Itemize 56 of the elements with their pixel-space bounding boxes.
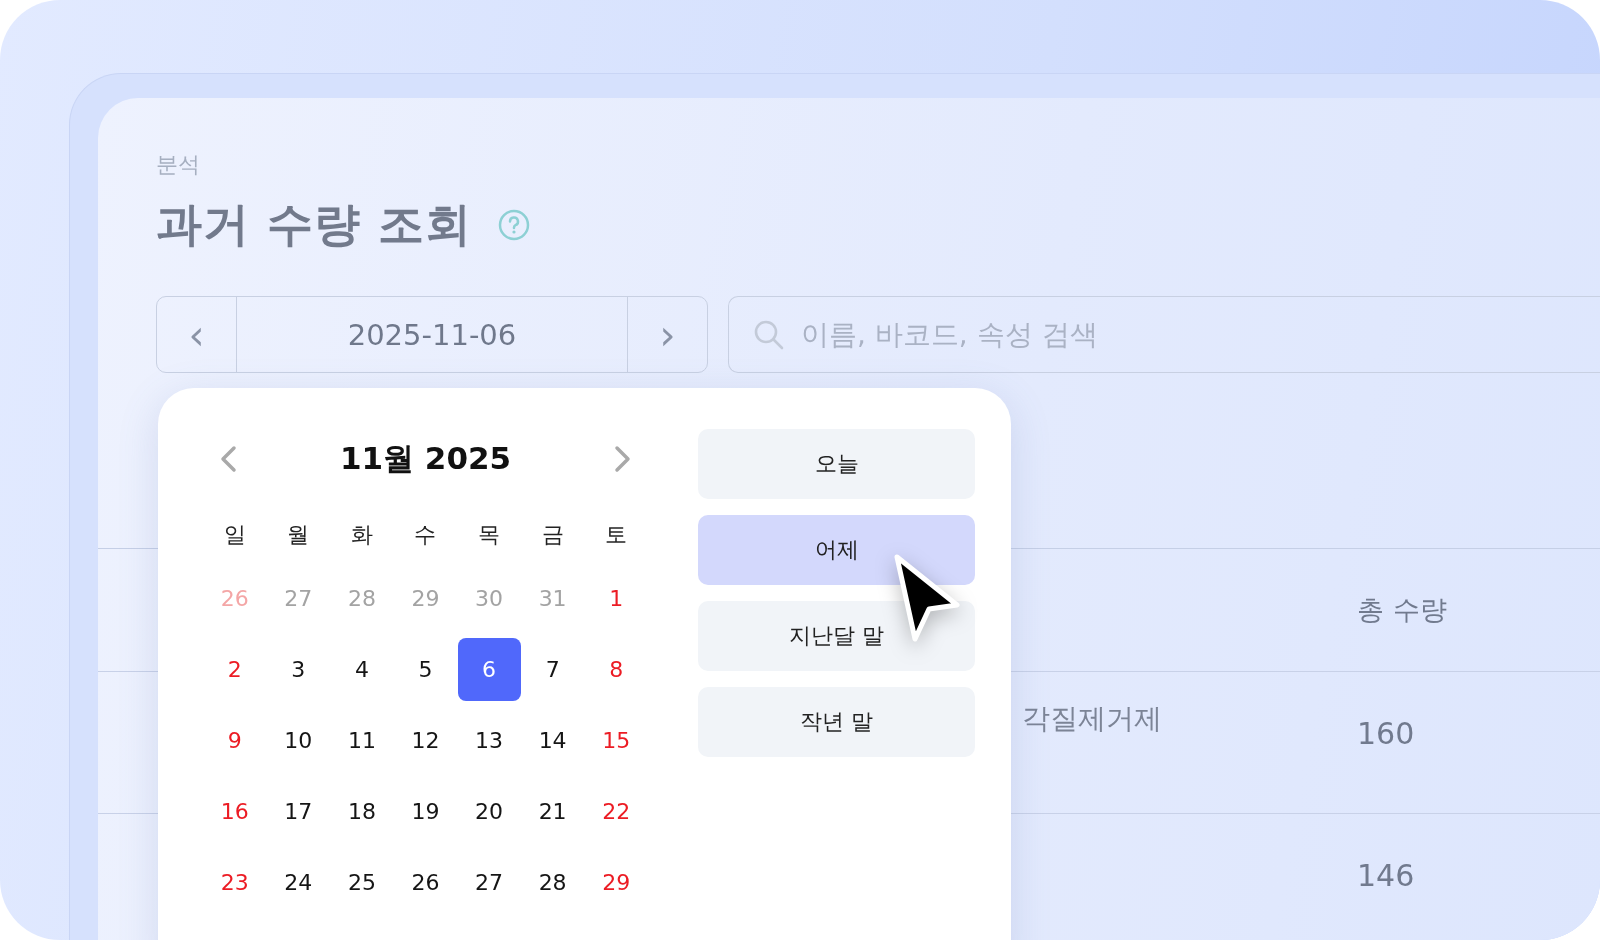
chevron-left-icon bbox=[219, 445, 237, 473]
chevron-right-icon bbox=[614, 445, 632, 473]
weekday-label: 금 bbox=[540, 521, 565, 549]
breadcrumb: 분석 bbox=[156, 151, 201, 179]
calendar-day[interactable]: 3 bbox=[266, 638, 330, 701]
previous-month-button[interactable] bbox=[219, 445, 237, 473]
calendar-day[interactable]: 1 bbox=[584, 567, 648, 630]
calendar-day[interactable]: 25 bbox=[330, 851, 394, 914]
date-shortcut-button[interactable]: 어제 bbox=[698, 515, 975, 585]
calendar-day[interactable]: 6 bbox=[457, 638, 521, 701]
date-shortcut-button[interactable]: 작년 말 bbox=[698, 687, 975, 757]
calendar-day[interactable]: 5 bbox=[394, 638, 457, 701]
calendar-day[interactable]: 7 bbox=[521, 638, 585, 701]
month-title: 11월 2025 bbox=[339, 439, 512, 478]
weekday-label: 목 bbox=[477, 521, 502, 549]
calendar-day[interactable]: 10 bbox=[266, 709, 330, 772]
calendar-day[interactable]: 22 bbox=[584, 780, 648, 843]
table-cell-text: 146 bbox=[1357, 857, 1416, 893]
calendar-day[interactable]: 28 bbox=[521, 851, 585, 914]
calendar-day[interactable]: 19 bbox=[394, 780, 457, 843]
calendar-day[interactable]: 16 bbox=[203, 780, 267, 843]
table-cell-text: 각질제거제 bbox=[1022, 701, 1163, 737]
search-icon bbox=[753, 318, 785, 351]
calendar-day[interactable]: 26 bbox=[394, 851, 457, 914]
date-shortcut-button[interactable]: 지난달 말 bbox=[698, 601, 975, 671]
weekday-label: 화 bbox=[349, 521, 374, 549]
calendar-day[interactable]: 13 bbox=[457, 709, 521, 772]
calendar-day[interactable]: 2 bbox=[203, 638, 267, 701]
calendar-day[interactable]: 20 bbox=[457, 780, 521, 843]
calendar-day[interactable]: 11 bbox=[330, 709, 394, 772]
calendar-day[interactable]: 21 bbox=[521, 780, 585, 843]
search-input[interactable]: 이름, 바코드, 속성 검색 bbox=[799, 317, 1600, 352]
weekday-label: 일 bbox=[222, 521, 247, 549]
calendar-day[interactable]: 23 bbox=[203, 851, 267, 914]
table-cell-text: 160 bbox=[1357, 715, 1416, 751]
calendar-day[interactable]: 4 bbox=[330, 638, 394, 701]
weekday-label: 토 bbox=[604, 521, 629, 549]
calendar-day[interactable]: 24 bbox=[266, 851, 330, 914]
search-field[interactable]: 이름, 바코드, 속성 검색 bbox=[728, 296, 1600, 373]
calendar-day[interactable]: 18 bbox=[330, 780, 394, 843]
page-title: 과거 수량 조회 bbox=[156, 196, 473, 253]
weekday-label: 수 bbox=[413, 521, 438, 549]
calendar-day[interactable]: 8 bbox=[584, 638, 648, 701]
calendar-day[interactable]: 12 bbox=[394, 709, 457, 772]
calendar-day[interactable]: 29 bbox=[584, 851, 648, 914]
column-header: 총 수량 bbox=[1357, 593, 1448, 627]
calendar-day[interactable]: 15 bbox=[584, 709, 648, 772]
calendar-day[interactable]: 14 bbox=[521, 709, 585, 772]
date-shortcut-button[interactable]: 오늘 bbox=[698, 429, 975, 499]
date-value[interactable]: 2025-11-06 bbox=[237, 297, 627, 372]
calendar-day[interactable]: 9 bbox=[203, 709, 267, 772]
calendar-day[interactable]: 27 bbox=[457, 851, 521, 914]
weekday-label: 월 bbox=[286, 521, 311, 549]
calendar-day[interactable]: 17 bbox=[266, 780, 330, 843]
help-icon[interactable] bbox=[498, 209, 531, 241]
next-month-button[interactable] bbox=[614, 445, 632, 473]
